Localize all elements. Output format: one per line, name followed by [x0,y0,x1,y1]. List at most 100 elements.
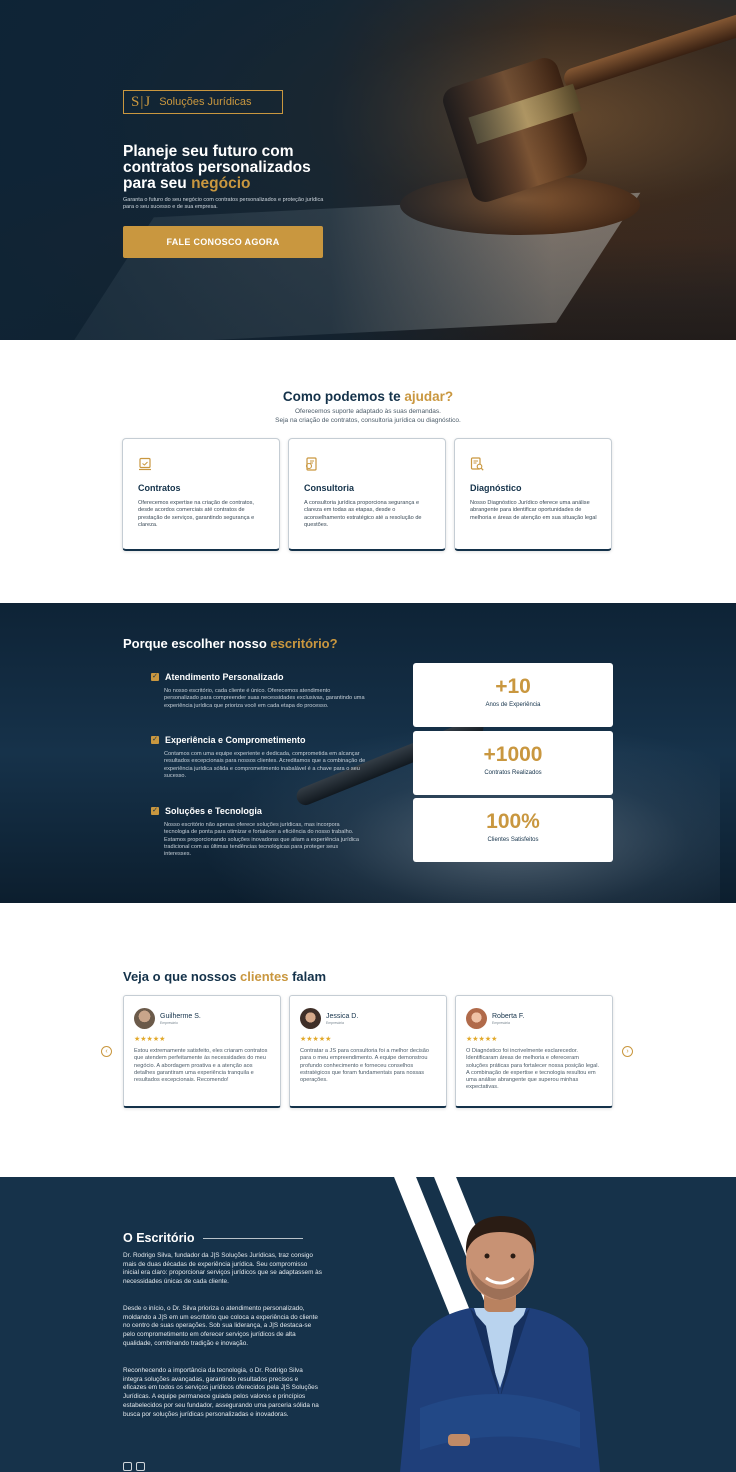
author-role: Empresária [492,1020,510,1025]
testimonial-card: Roberta F. Empresária ★★★★★ O Diagnóstic… [455,995,613,1108]
author-role: Empresária [326,1020,344,1025]
testimonial-text: Estou extremamente satisfeito, eles cria… [134,1048,268,1084]
hero-title-line1: Planeje seu futuro com [123,143,294,160]
logo-mark: S|J [131,93,152,110]
services-subtitle-line2: Seja na criação de contratos, consultori… [275,417,461,424]
star-rating-icon: ★★★★★ [466,1036,498,1043]
stat-card-contracts: +1000 Contratos Realizados [413,731,613,795]
stat-value: +10 [495,675,531,698]
hero-overlay [0,0,736,340]
brand-logo[interactable]: S|J Soluções Jurídicas [123,90,283,114]
hero-section [0,0,736,340]
about-paragraph: Desde o início, o Dr. Silva prioriza o a… [123,1305,318,1347]
why-title-highlight: escritório? [270,636,338,651]
diagnosis-icon [470,457,484,471]
about-section [0,1177,736,1472]
why-item-text: Contamos com uma equipe experiente e ded… [164,751,366,779]
author-name: Jessica D. [326,1012,359,1020]
service-card-title: Contratos [138,483,181,493]
consulting-icon [304,457,318,471]
stat-value: +1000 [483,743,543,766]
why-item-text: Nosso escritório não apenas oferece solu… [164,822,359,858]
service-card-text: Oferecemos expertise na criação de contr… [138,500,255,528]
service-card-title: Consultoria [304,483,355,493]
why-item-heading: ✓ Atendimento Personalizado [151,672,366,682]
avatar [466,1008,487,1029]
service-card-contratos[interactable]: Contratos Oferecemos expertise na criaçã… [122,438,280,551]
about-paragraph: Reconhecendo a importância da tecnologia… [123,1367,319,1418]
hero-title-line3: para seu [123,175,192,192]
testimonial-author: Jessica D. Empresária [300,1008,436,1029]
hero-subtitle: Garanta o futuro do seu negócio com cont… [123,197,324,210]
author-name: Roberta F. [492,1012,525,1020]
testimonial-text: O Diagnóstico foi incrivelmente esclarec… [466,1048,600,1091]
author-role: Empresário [160,1020,178,1025]
stat-label: Clientes Satisfeitos [487,837,539,843]
testimonial-text: Contratar a JS para consultoria foi a me… [300,1048,430,1084]
testimonials-title-suffix: falam [288,969,327,984]
services-subtitle-line1: Oferecemos suporte adaptado às suas dema… [295,408,441,415]
testimonial-card: Jessica D. Empresária ★★★★★ Contratar a … [289,995,447,1108]
arrow-left-icon[interactable]: ‹ [101,1046,112,1057]
arrow-right-icon[interactable]: › [622,1046,633,1057]
checkbox-icon: ✓ [151,807,159,815]
stat-label: Contratos Realizados [484,770,542,776]
service-card-consultoria[interactable]: Consultoria A consultoria jurídica propo… [288,438,446,551]
testimonials-title-text: Veja o que nossos [123,969,241,984]
checkbox-icon: ✓ [151,736,159,744]
testimonial-card: Guilherme S. Empresário ★★★★★ Estou extr… [123,995,281,1108]
why-item-heading: ✓ Soluções e Tecnologia [151,806,366,816]
why-section [0,603,736,903]
why-item-heading: ✓ Experiência e Comprometimento [151,735,366,745]
contract-icon [138,457,152,471]
star-rating-icon: ★★★★★ [300,1036,332,1043]
why-item-atendimento: ✓ Atendimento Personalizado No nosso esc… [151,672,366,710]
stat-label: Anos de Experiência [485,702,541,708]
logo-text: Soluções Jurídicas [159,96,252,108]
hero-title-highlight: negócio [191,175,251,192]
author-info: Guilherme S. Empresário [160,1013,201,1025]
hero-title-line2: contratos personalizados [123,159,311,176]
services-title-text: Como podemos te [282,389,405,404]
author-info: Roberta F. Empresária [492,1013,524,1025]
about-title: O Escritório [123,1231,303,1245]
title-divider [202,1237,303,1239]
why-item-title: Soluções e Tecnologia [165,806,262,816]
service-card-diagnostico[interactable]: Diagnóstico Nosso Diagnóstico Jurídico o… [454,438,612,551]
why-title: Porque escolher nosso escritório? [123,636,338,651]
testimonial-author: Roberta F. Empresária [466,1008,602,1029]
avatar [300,1008,321,1029]
hero-title: Planeje seu futuro com contratos persona… [123,144,353,192]
stat-value: 100% [486,810,540,833]
founder-photo [400,1216,600,1472]
service-card-text: A consultoria jurídica proporciona segur… [304,500,422,528]
testimonial-author: Guilherme S. Empresário [134,1008,270,1029]
about-paragraph: Dr. Rodrigo Silva, fundador da J|S Soluç… [123,1252,322,1286]
author-info: Jessica D. Empresária [326,1013,358,1025]
service-card-text: Nosso Diagnóstico Jurídico oferece uma a… [470,500,597,521]
services-cards: Contratos Oferecemos expertise na criaçã… [122,438,614,552]
about-title-text: O Escritório [123,1231,195,1245]
why-item-title: Experiência e Comprometimento [165,735,306,745]
author-name: Guilherme S. [160,1012,201,1020]
services-subtitle: Oferecemos suporte adaptado às suas dema… [0,407,736,425]
why-item-text: No nosso escritório, cada cliente é únic… [164,688,365,709]
social-links [123,1462,145,1471]
services-title: Como podemos te ajudar? [0,389,736,404]
testimonials-title: Veja o que nossos clientes falam [123,969,326,984]
why-item-tecnologia: ✓ Soluções e Tecnologia Nosso escritório… [151,806,366,858]
testimonials-title-highlight: clientes [240,969,289,984]
avatar [134,1008,155,1029]
star-rating-icon: ★★★★★ [134,1036,166,1043]
services-title-highlight: ajudar? [404,389,454,404]
stat-card-years: +10 Anos de Experiência [413,663,613,727]
stat-card-clients: 100% Clientes Satisfeitos [413,798,613,862]
why-item-experiencia: ✓ Experiência e Comprometimento Contamos… [151,735,366,780]
service-card-title: Diagnóstico [470,483,522,493]
contact-cta-button[interactable]: FALE CONOSCO AGORA [123,226,323,258]
why-item-title: Atendimento Personalizado [165,672,284,682]
facebook-icon[interactable] [136,1462,145,1471]
checkbox-icon: ✓ [151,673,159,681]
instagram-icon[interactable] [123,1462,132,1471]
why-title-text: Porque escolher nosso [123,636,271,651]
